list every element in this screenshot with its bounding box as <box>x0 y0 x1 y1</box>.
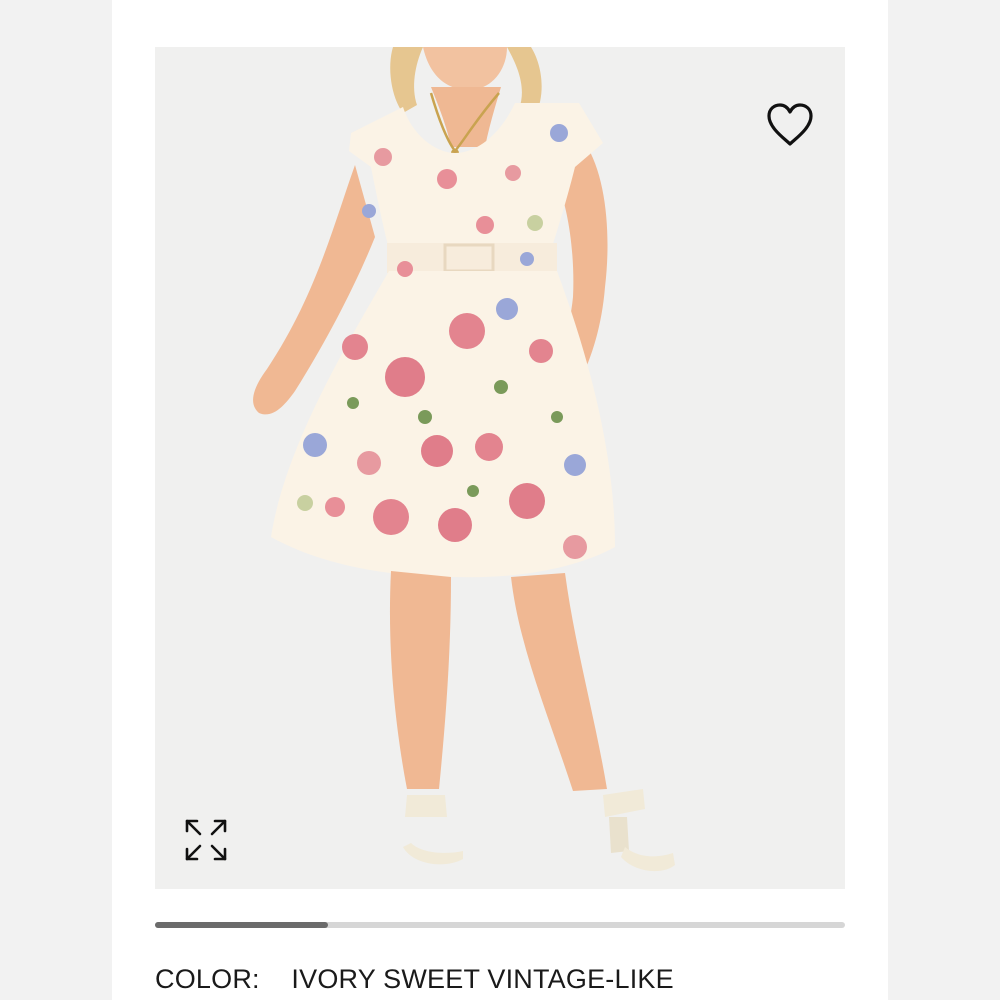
wishlist-button[interactable] <box>762 99 818 151</box>
color-selection: COLOR: IVORY SWEET VINTAGE-LIKE <box>155 964 674 1000</box>
color-label: COLOR: <box>155 964 260 994</box>
expand-arrows-icon <box>185 819 227 861</box>
fullscreen-button[interactable] <box>181 815 231 865</box>
heart-outline-icon <box>767 103 813 146</box>
product-photo <box>253 47 675 872</box>
gallery-scroll-thumb[interactable] <box>155 922 328 928</box>
left-margin <box>0 0 112 1000</box>
color-value: IVORY SWEET VINTAGE-LIKE <box>291 964 674 994</box>
product-page: COLOR: IVORY SWEET VINTAGE-LIKE <box>112 0 888 1000</box>
product-image[interactable] <box>155 47 845 889</box>
right-margin <box>888 0 1000 1000</box>
gallery-scroll-track[interactable] <box>155 922 845 928</box>
